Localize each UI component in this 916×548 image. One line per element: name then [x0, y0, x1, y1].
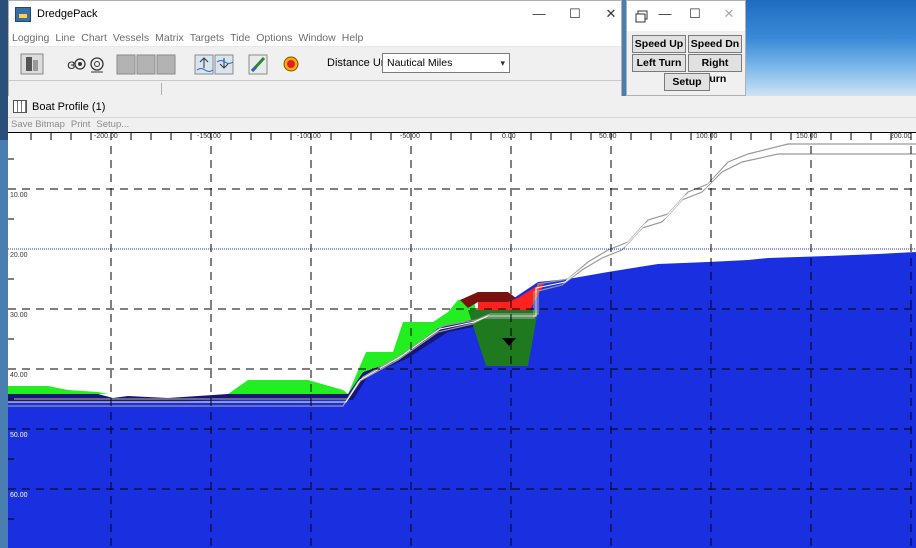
x-tick-label: 200.00: [890, 133, 912, 140]
desktop-background: [746, 0, 916, 96]
y-tick-label: 10.00: [10, 192, 28, 199]
boat-profile-window: Boat Profile (1) Save Bitmap Print Setup..…: [8, 96, 916, 548]
restore-window-icon: [635, 10, 648, 23]
save-bitmap-menu[interactable]: Save Bitmap: [8, 118, 68, 132]
menu-vessels[interactable]: Vessels: [110, 29, 152, 47]
log-tool-icon[interactable]: [20, 53, 44, 75]
speed-up-button[interactable]: Speed Up: [632, 35, 686, 53]
maximize-button[interactable]: ☐: [557, 1, 593, 29]
distance-unit-dropdown[interactable]: Nautical Miles ▾: [382, 53, 510, 73]
green-layer: [8, 386, 108, 394]
menu-chart[interactable]: Chart: [78, 29, 110, 47]
target-tool-icon[interactable]: [90, 57, 104, 73]
y-tick-label: 50.00: [10, 432, 28, 439]
menu-line[interactable]: Line: [52, 29, 78, 47]
profile-plot-area[interactable]: -200.00 -150.00 -100.00 -50.00 0.00 50.0…: [8, 132, 916, 548]
setup-button[interactable]: Setup: [664, 73, 710, 91]
close-button[interactable]: ✕: [593, 1, 629, 29]
gray-button-2-icon[interactable]: [136, 54, 156, 75]
chevron-down-icon: ▾: [500, 58, 505, 68]
menu-bar: Logging Line Chart Vessels Matrix Targets Tide…: [9, 29, 621, 47]
profile-plot: [8, 132, 916, 548]
x-tick-label: -150.00: [197, 133, 221, 140]
gray-button-1-icon[interactable]: [116, 54, 136, 75]
x-tick-label: -50.00: [400, 133, 420, 140]
profile-grid-icon: [13, 100, 27, 113]
menu-options[interactable]: Options: [253, 29, 295, 47]
speed-control-window: — ☐ ✕ Speed Up Speed Dn Left Turn Right …: [626, 0, 746, 96]
x-tick-label: -200.00: [94, 133, 118, 140]
vessel-tool-icon[interactable]: ɞ: [67, 58, 86, 73]
pen-tool-icon[interactable]: [248, 54, 268, 75]
x-tick-label: 0.00: [502, 133, 516, 140]
minimize-button[interactable]: —: [521, 1, 557, 29]
x-tick-label: -100.00: [297, 133, 321, 140]
status-divider: [161, 83, 162, 95]
right-turn-button[interactable]: Right Turn: [688, 54, 742, 85]
speed-close-button[interactable]: ✕: [715, 1, 743, 29]
speed-title-bar[interactable]: — ☐ ✕: [627, 1, 745, 31]
menu-tide[interactable]: Tide: [227, 29, 253, 47]
profile-title-bar[interactable]: Boat Profile (1): [8, 96, 916, 118]
app-icon: [15, 7, 31, 22]
speed-minimize-button[interactable]: —: [651, 1, 679, 29]
green-layer-2: [228, 380, 348, 394]
record-tool-icon[interactable]: [283, 56, 299, 72]
profile-window-title: Boat Profile (1): [32, 101, 106, 113]
y-tick-label: 30.00: [10, 312, 28, 319]
x-tick-label: 50.00: [599, 133, 617, 140]
tide-down-icon[interactable]: [214, 54, 234, 75]
title-bar[interactable]: DredgePack — ☐ ✕: [9, 1, 621, 29]
menu-help[interactable]: Help: [339, 29, 367, 47]
gray-button-3-icon[interactable]: [156, 54, 176, 75]
y-tick-label: 20.00: [10, 252, 28, 259]
x-tick-label: 150.00: [796, 133, 818, 140]
setup-menu[interactable]: Setup...: [93, 118, 132, 132]
menu-matrix[interactable]: Matrix: [152, 29, 187, 47]
speed-maximize-button[interactable]: ☐: [681, 1, 709, 29]
desktop-edge: [0, 0, 8, 140]
print-menu[interactable]: Print: [68, 118, 94, 132]
left-turn-button[interactable]: Left Turn: [632, 54, 686, 72]
menu-targets[interactable]: Targets: [187, 29, 227, 47]
toolbar: ɞ Distance Unit Nautical Miles ▾: [9, 48, 621, 80]
speed-down-button[interactable]: Speed Dn: [688, 35, 742, 53]
window-title: DredgePack: [37, 8, 98, 20]
distance-unit-value: Nautical Miles: [387, 57, 453, 69]
y-tick-label: 40.00: [10, 372, 28, 379]
tide-up-icon[interactable]: [194, 54, 214, 75]
top-axis: [8, 132, 916, 140]
menu-window[interactable]: Window: [295, 29, 338, 47]
y-tick-label: 60.00: [10, 492, 28, 499]
toolbar-icons: ɞ: [20, 53, 299, 75]
profile-menu-bar: Save Bitmap Print Setup...: [8, 118, 916, 132]
svg-text:ɞ: ɞ: [67, 58, 76, 73]
menu-logging[interactable]: Logging: [9, 29, 52, 47]
x-tick-label: 100.00: [696, 133, 718, 140]
dredgepack-window: DredgePack — ☐ ✕ Logging Line Chart Vessels…: [8, 0, 622, 96]
status-strip: [9, 80, 621, 96]
